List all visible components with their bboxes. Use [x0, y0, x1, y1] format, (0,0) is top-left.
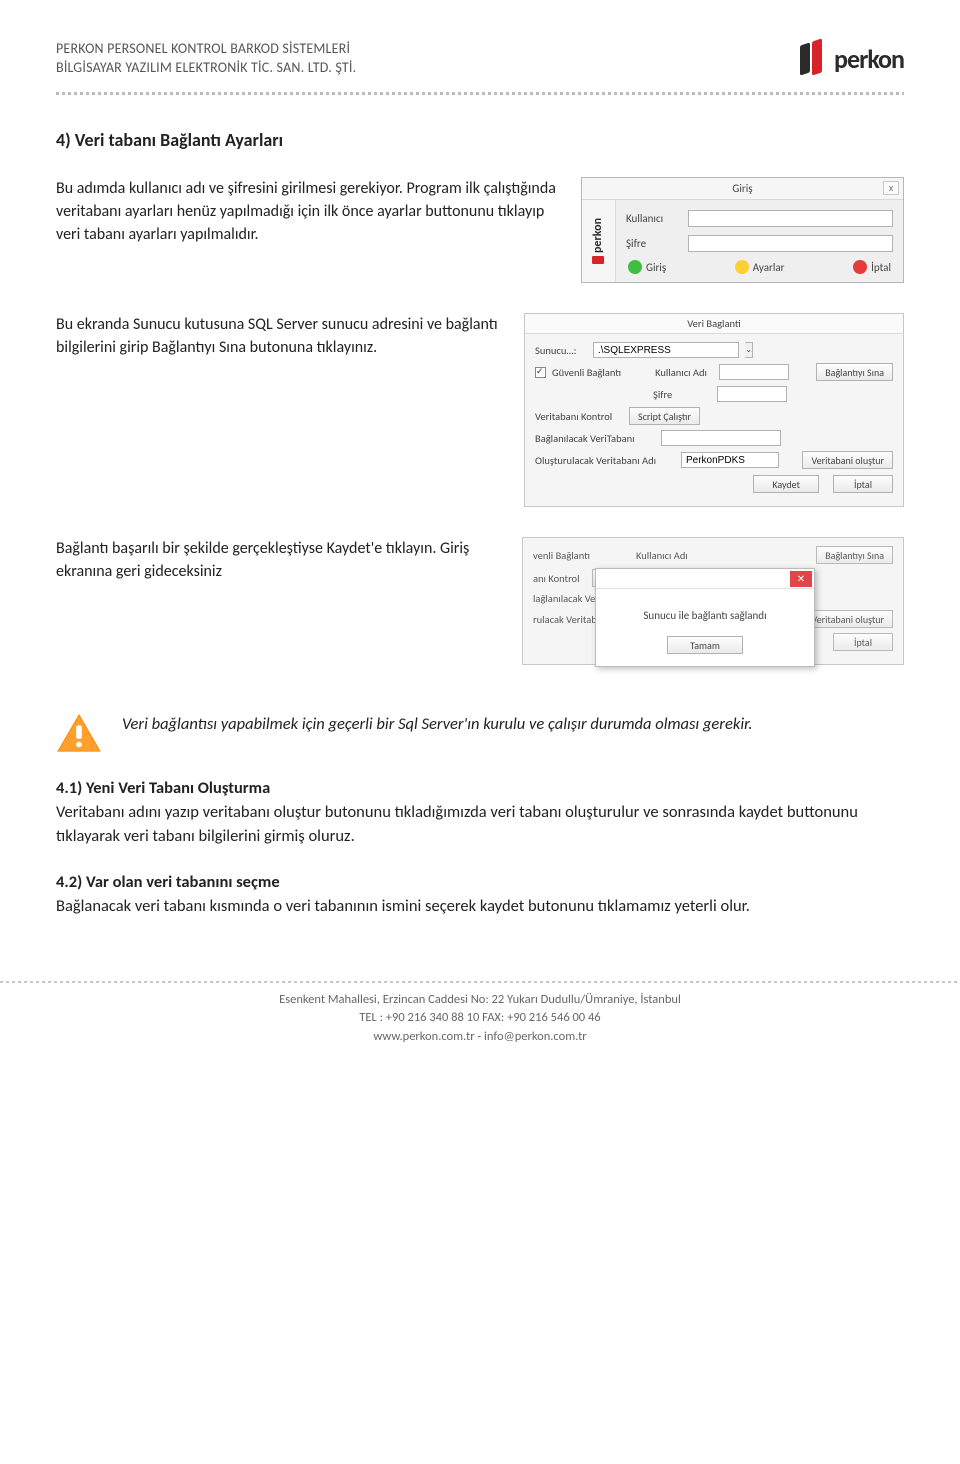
sub1-title: 4.1) Yeni Veri Tabanı Oluşturma — [56, 778, 270, 798]
db-dialog-title: Veri Baglanti — [687, 317, 741, 330]
username-label: Kullanıcı — [626, 212, 678, 225]
sub1-body: Veritabanı adını yazıp veritabanı oluştu… — [56, 802, 858, 846]
bag-db-select[interactable] — [661, 430, 781, 446]
paragraph-3: Bağlantı başarılı bir şekilde gerçekleşt… — [56, 537, 498, 583]
db-pass-label: Şifre — [653, 388, 711, 401]
footer-tel: TEL : +90 216 340 88 10 FAX: +90 216 546… — [0, 1009, 960, 1028]
password-label: Şifre — [626, 237, 678, 250]
bg-olustur: Veritabani oluştur — [802, 610, 893, 628]
page-footer: Esenkent Mahallesi, Erzincan Caddesi No:… — [0, 971, 960, 1067]
create-db-input[interactable] — [681, 452, 779, 468]
db-pass-input[interactable] — [717, 386, 787, 402]
gear-icon — [735, 260, 749, 274]
cancel-button[interactable]: İptal — [833, 475, 893, 493]
test-connection-button[interactable]: Bağlantıyı Sına — [816, 363, 893, 381]
server-label: Sunucu…: — [535, 344, 587, 357]
login-sidebar: perkon — [582, 200, 616, 282]
server-input[interactable] — [593, 342, 739, 358]
company-line1: PERKON PERSONEL KONTROL BARKOD SİSTEMLER… — [56, 40, 356, 59]
close-icon[interactable]: x — [883, 181, 899, 195]
section-title: 4) Veri tabanı Bağlantı Ayarları — [56, 129, 904, 151]
bag-db-label: Bağlanılacak VeriTabanı — [535, 432, 655, 445]
login-dialog: Giriş x perkon Kullanıcı — [581, 177, 904, 283]
vk-label: Veritabanı Kontrol — [535, 410, 623, 423]
password-input[interactable] — [688, 235, 893, 252]
sub2-title: 4.2) Var olan veri tabanını seçme — [56, 872, 280, 892]
subsection-4-2: 4.2) Var olan veri tabanını seçme Bağlan… — [56, 871, 904, 919]
logo-mark-icon — [800, 40, 828, 78]
create-db-button[interactable]: Veritabani oluştur — [802, 451, 893, 469]
bg-olu: rulacak Veritab — [533, 613, 597, 626]
brand-logo: perkon — [800, 40, 904, 78]
subsection-4-1: 4.1) Yeni Veri Tabanı Oluşturma Veritaba… — [56, 777, 904, 849]
save-button[interactable]: Kaydet — [753, 475, 819, 493]
bg-test-button: Bağlantıyı Sına — [816, 546, 893, 564]
bg-secure: venli Bağlantı — [533, 549, 590, 562]
bg-bag: lağlanılacak Veri — [533, 592, 601, 605]
logo-mark-icon — [593, 256, 605, 264]
db-user-label: Kullanıcı Adı — [655, 366, 713, 379]
sub2-body: Bağlanacak veri tabanı kısmında o veri t… — [56, 896, 750, 916]
success-dialog-area: venli Bağlantı Kullanıcı Adı Bağlantıyı … — [522, 537, 904, 665]
company-name-block: PERKON PERSONEL KONTROL BARKOD SİSTEMLER… — [56, 40, 356, 78]
secure-checkbox[interactable] — [535, 367, 546, 378]
footer-address: Esenkent Mahallesi, Erzincan Caddesi No:… — [0, 991, 960, 1010]
page-header: PERKON PERSONEL KONTROL BARKOD SİSTEMLER… — [56, 40, 904, 78]
script-button[interactable]: Script Çalıştır — [629, 407, 700, 425]
bg-vk: anı Kontrol — [533, 572, 580, 585]
db-dialog: Veri Baglanti Sunucu…: ⌄ Güvenli Bağlant… — [524, 313, 904, 507]
login-dialog-titlebar: Giriş x — [582, 178, 903, 200]
ok-button[interactable]: Tamam — [667, 636, 743, 654]
close-icon[interactable]: ✕ — [790, 571, 812, 587]
footer-divider — [0, 981, 960, 983]
secure-label: Güvenli Bağlantı — [552, 366, 621, 379]
login-button[interactable]: Giriş — [628, 260, 666, 274]
cancel-button[interactable]: İptal — [853, 260, 891, 274]
create-db-label: Oluşturulacak Veritabanı Adı — [535, 454, 675, 467]
chevron-down-icon[interactable]: ⌄ — [745, 342, 753, 358]
paragraph-2: Bu ekranda Sunucu kutusuna SQL Server su… — [56, 313, 500, 359]
footer-web: www.perkon.com.tr - info@perkon.com.tr — [0, 1028, 960, 1047]
warning-text: Veri bağlantısı yapabilmek için geçerli … — [122, 713, 753, 736]
close-icon — [853, 260, 867, 274]
warning-icon — [56, 713, 102, 755]
bg-user: Kullanıcı Adı — [636, 549, 688, 562]
brand-text: perkon — [834, 43, 904, 75]
check-icon — [628, 260, 642, 274]
db-user-input[interactable] — [719, 364, 789, 380]
login-dialog-title: Giriş — [732, 182, 752, 195]
paragraph-1: Bu adımda kullanıcı adı ve şifresini gir… — [56, 177, 557, 247]
warning-note: Veri bağlantısı yapabilmek için geçerli … — [56, 713, 904, 755]
username-input[interactable] — [688, 210, 893, 227]
message-dialog: ✕ Sunucu ile bağlantı sağlandı Tamam — [595, 568, 815, 667]
bg-iptal: İptal — [833, 633, 893, 651]
success-message: Sunucu ile bağlantı sağlandı — [596, 589, 814, 630]
company-line2: BİLGİSAYAR YAZILIM ELEKTRONİK TİC. SAN. … — [56, 59, 356, 78]
settings-button[interactable]: Ayarlar — [735, 260, 785, 274]
